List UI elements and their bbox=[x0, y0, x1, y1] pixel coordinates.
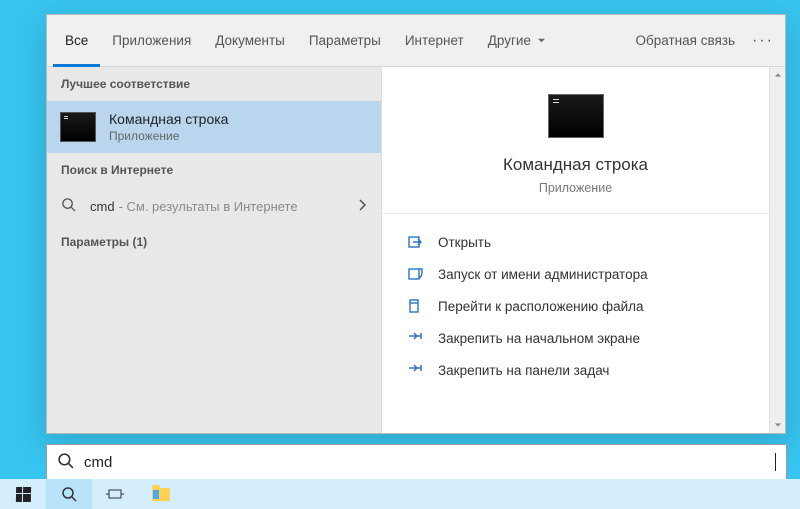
section-web: Поиск в Интернете bbox=[47, 153, 381, 187]
folder-icon bbox=[152, 488, 170, 501]
preview-subtitle: Приложение bbox=[539, 181, 612, 195]
preview-title: Командная строка bbox=[503, 155, 648, 175]
section-settings[interactable]: Параметры (1) bbox=[47, 225, 381, 259]
web-query: cmd bbox=[90, 199, 115, 214]
preview-panel: Командная строка Приложение Открыть Запу… bbox=[381, 67, 769, 433]
web-hint: - См. результаты в Интернете bbox=[119, 199, 298, 214]
search-window: Все Приложения Документы Параметры Интер… bbox=[46, 14, 786, 434]
tab-documents[interactable]: Документы bbox=[203, 15, 297, 67]
best-match-text: Командная строка Приложение bbox=[109, 111, 228, 143]
folder-icon bbox=[406, 297, 424, 315]
search-icon bbox=[61, 197, 76, 215]
action-label: Запуск от имени администратора bbox=[438, 267, 648, 282]
best-match-item[interactable]: Командная строка Приложение bbox=[47, 101, 381, 153]
preview-hero: Командная строка Приложение bbox=[382, 87, 769, 214]
tab-settings[interactable]: Параметры bbox=[297, 15, 393, 67]
action-label: Перейти к расположению файла bbox=[438, 299, 644, 314]
search-bar[interactable] bbox=[46, 444, 787, 480]
action-label: Открыть bbox=[438, 235, 491, 250]
pin-icon bbox=[406, 329, 424, 347]
action-open-location[interactable]: Перейти к расположению файла bbox=[402, 290, 749, 322]
search-icon bbox=[61, 486, 77, 502]
taskbar-search-button[interactable] bbox=[46, 479, 92, 509]
action-run-admin[interactable]: Запуск от имени администратора bbox=[402, 258, 749, 290]
pin-icon bbox=[406, 361, 424, 379]
results-panel: Лучшее соответствие Командная строка При… bbox=[47, 67, 381, 433]
shield-icon bbox=[406, 265, 424, 283]
chevron-right-icon bbox=[357, 199, 367, 214]
tab-other-label: Другие bbox=[488, 33, 531, 48]
cmd-icon bbox=[61, 113, 95, 141]
best-match-title: Командная строка bbox=[109, 111, 228, 127]
actions-list: Открыть Запуск от имени администратора П… bbox=[382, 214, 769, 398]
best-match-subtitle: Приложение bbox=[109, 129, 228, 143]
more-button[interactable]: ··· bbox=[747, 15, 779, 67]
action-label: Закрепить на панели задач bbox=[438, 363, 609, 378]
task-view-button[interactable] bbox=[92, 479, 138, 509]
action-pin-start[interactable]: Закрепить на начальном экране bbox=[402, 322, 749, 354]
action-pin-taskbar[interactable]: Закрепить на панели задач bbox=[402, 354, 749, 386]
action-open[interactable]: Открыть bbox=[402, 226, 749, 258]
search-icon bbox=[57, 452, 74, 473]
task-view-icon bbox=[106, 487, 124, 501]
window-body: Лучшее соответствие Командная строка При… bbox=[47, 67, 785, 433]
chevron-down-icon bbox=[537, 33, 546, 48]
tabs-row: Все Приложения Документы Параметры Интер… bbox=[47, 15, 785, 67]
tab-other[interactable]: Другие bbox=[476, 15, 558, 67]
file-explorer-button[interactable] bbox=[138, 479, 184, 509]
cmd-icon bbox=[549, 95, 603, 137]
search-input[interactable] bbox=[84, 454, 773, 471]
feedback-link[interactable]: Обратная связь bbox=[624, 15, 747, 67]
scrollbar[interactable] bbox=[769, 67, 785, 433]
text-caret bbox=[775, 453, 776, 471]
taskbar bbox=[0, 479, 800, 509]
tab-apps[interactable]: Приложения bbox=[100, 15, 203, 67]
section-best-match: Лучшее соответствие bbox=[47, 67, 381, 101]
open-icon bbox=[406, 233, 424, 251]
web-result-item[interactable]: cmd - См. результаты в Интернете bbox=[47, 187, 381, 225]
scroll-down-icon[interactable] bbox=[770, 417, 785, 433]
scroll-up-icon[interactable] bbox=[770, 67, 785, 83]
action-label: Закрепить на начальном экране bbox=[438, 331, 640, 346]
tab-internet[interactable]: Интернет bbox=[393, 15, 476, 67]
tab-all[interactable]: Все bbox=[53, 15, 100, 67]
windows-icon bbox=[15, 487, 30, 502]
start-button[interactable] bbox=[0, 479, 46, 509]
